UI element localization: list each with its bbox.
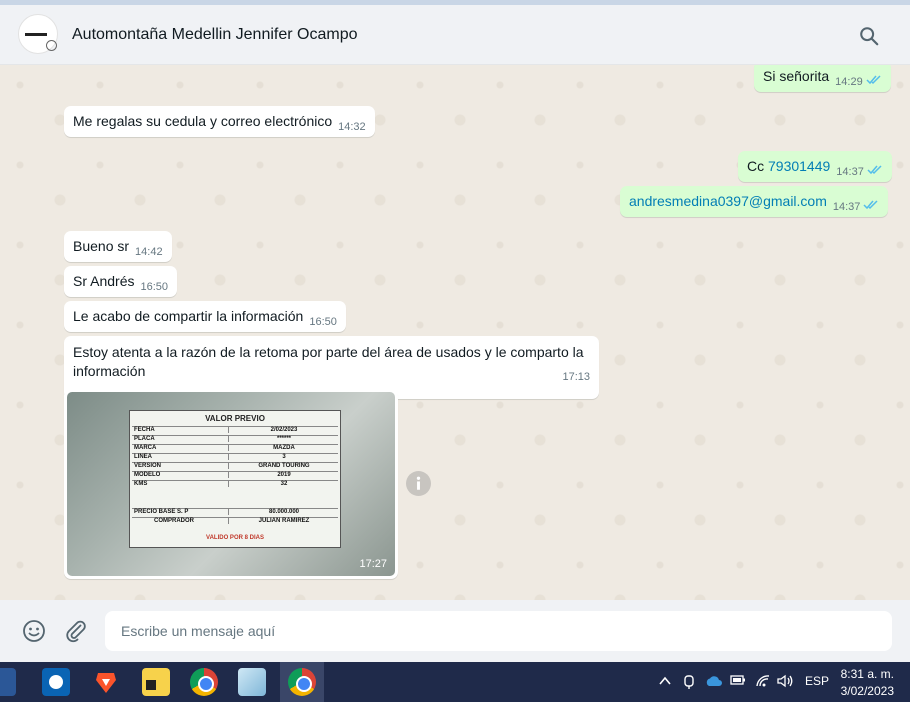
message-time: 16:50 [140, 281, 169, 293]
system-clock[interactable]: 8:31 a. m. 3/02/2023 [841, 666, 894, 700]
sheet-value: GRAND TOURING [228, 463, 339, 469]
search-icon[interactable] [858, 25, 880, 47]
sheet-key: PLACA [134, 436, 155, 442]
volume-icon[interactable] [776, 674, 794, 688]
emoji-icon[interactable] [22, 619, 46, 643]
sticky-notes-icon[interactable] [142, 668, 170, 696]
quote-photo[interactable]: VALOR PREVIO FECHA 2/02/2023 PLACA ****** … [67, 392, 395, 576]
windows-taskbar: ESP 8:31 a. m. 3/02/2023 [0, 662, 910, 702]
compose-bar [0, 600, 910, 662]
info-icon[interactable] [406, 471, 431, 496]
sheet-row: COMPRADOR JULIAN RAMIREZ [132, 517, 338, 527]
clock-date: 3/02/2023 [840, 684, 894, 698]
sheet-value: 32 [228, 481, 339, 487]
message-time: 16:50 [309, 316, 337, 328]
car-dealer-logo-icon [25, 33, 47, 36]
read-ticks-icon [863, 200, 878, 210]
sheet-key: MODELO [134, 472, 161, 478]
message-time: 14:37 [836, 166, 864, 178]
outlook-icon[interactable] [42, 668, 70, 696]
message-bubble-outgoing[interactable]: andresmedina0397@gmail.com 14:37 [620, 186, 889, 217]
message-text: Le acabo de compartir la información [73, 308, 304, 324]
message-bubble-incoming[interactable]: Le acabo de compartir la información 16:5… [64, 301, 346, 332]
message-text: Sr Andrés [73, 273, 135, 289]
read-ticks-icon [867, 165, 882, 175]
sheet-value: ****** [228, 436, 339, 442]
message-time: 14:37 [832, 201, 861, 213]
notepad-icon[interactable] [238, 668, 266, 696]
wifi-icon[interactable] [755, 674, 771, 688]
chat-header[interactable]: Automontaña Medellin Jennifer Ocampo [0, 5, 910, 65]
message-bubble-outgoing[interactable]: Si señorita 14:29 [754, 65, 891, 92]
sheet-key: PRECIO BASE S. P [134, 509, 189, 515]
sheet-key: KMS [134, 481, 148, 487]
chat-messages-area[interactable]: Si señorita 14:29 Me regalas su cedula y … [0, 65, 910, 600]
read-ticks-icon [866, 75, 881, 85]
phone-link[interactable]: 79301449 [768, 158, 830, 174]
sheet-key: VERSION [134, 463, 162, 469]
message-input[interactable] [105, 611, 892, 651]
sheet-value: MAZDA [228, 445, 339, 451]
message-bubble-incoming[interactable]: Bueno sr 14:42 [64, 231, 172, 262]
clock-time: 8:31 a. m. [840, 667, 894, 681]
message-time: 14:32 [338, 121, 366, 133]
sheet-title: VALOR PREVIO [205, 414, 265, 423]
message-bubble-incoming[interactable]: Me regalas su cedula y correo electrónic… [64, 106, 375, 137]
sheet-key: COMPRADOR [154, 518, 194, 524]
paperclip-icon[interactable] [64, 619, 88, 643]
message-bubble-outgoing[interactable]: Cc 79301449 14:37 [738, 151, 892, 182]
sheet-value: 2019 [228, 472, 339, 478]
message-text: Cc [747, 158, 768, 174]
quote-sheet: VALOR PREVIO FECHA 2/02/2023 PLACA ****** … [129, 410, 341, 548]
meet-now-icon[interactable] [682, 674, 696, 690]
email-link[interactable]: andresmedina0397@gmail.com [629, 193, 827, 209]
message-bubble-incoming[interactable]: Sr Andrés 16:50 [64, 266, 178, 297]
sheet-key: LINEA [134, 454, 152, 460]
sheet-value: JULIAN RAMIREZ [228, 518, 339, 524]
chevron-up-icon[interactable] [658, 674, 672, 688]
sheet-key: MARCA [134, 445, 157, 451]
sheet-value: 80.000.000 [228, 509, 339, 515]
message-text: Bueno sr [73, 238, 130, 254]
message-time: 14:29 [835, 76, 863, 88]
sheet-validity: VALIDO POR 8 DIAS [206, 535, 264, 541]
sheet-row: KMS 32 [132, 480, 338, 490]
chrome-profile-icon[interactable] [288, 668, 316, 696]
sheet-value: 2/02/2023 [228, 427, 339, 433]
onedrive-cloud-icon[interactable] [705, 674, 723, 688]
sheet-key: FECHA [134, 427, 155, 433]
status-icon [46, 40, 57, 51]
sheet-value: 3 [228, 454, 339, 460]
input-language-indicator[interactable]: ESP [805, 674, 829, 688]
chat-title[interactable]: Automontaña Medellin Jennifer Ocampo [72, 26, 358, 44]
image-message[interactable]: VALOR PREVIO FECHA 2/02/2023 PLACA ****** … [64, 389, 398, 579]
message-time: 17:13 [562, 371, 590, 383]
avatar[interactable] [18, 14, 58, 54]
message-time: 14:42 [135, 246, 163, 258]
message-text: Me regalas su cedula y correo electrónic… [73, 113, 333, 129]
chrome-icon[interactable] [190, 668, 218, 696]
message-time: 17:27 [359, 558, 387, 570]
battery-icon[interactable] [730, 674, 746, 686]
brave-icon[interactable] [92, 668, 120, 696]
message-text: Si señorita [763, 68, 830, 84]
word-icon[interactable] [0, 668, 16, 696]
